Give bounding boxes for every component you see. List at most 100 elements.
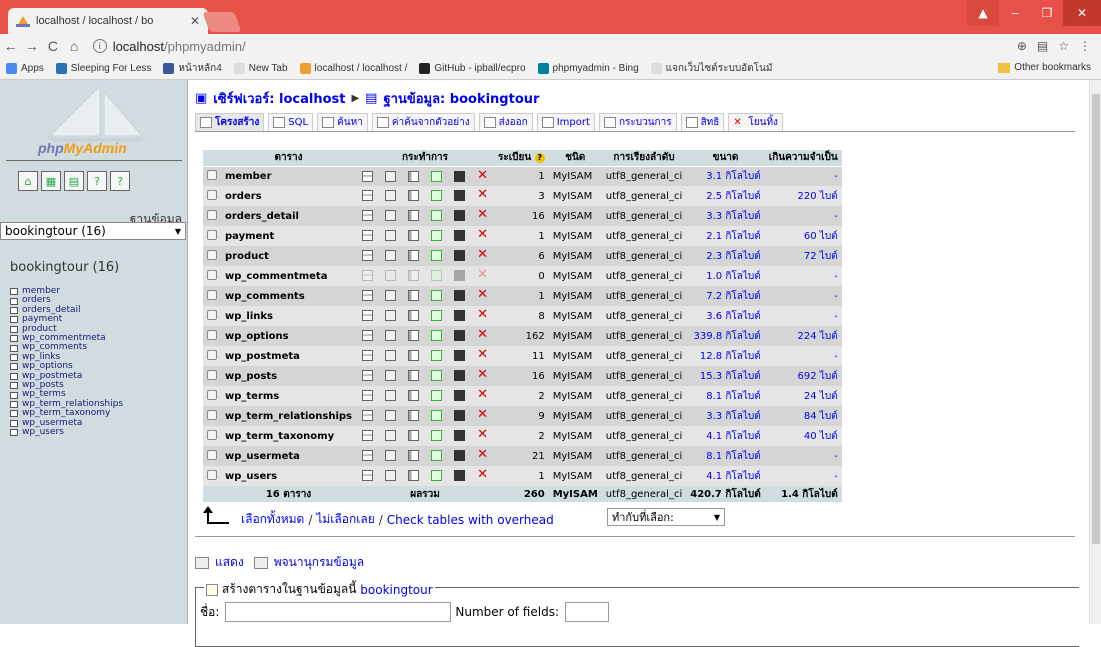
address-bar[interactable]: i localhost/phpmyadmin/ (92, 36, 1017, 56)
size-link[interactable]: 339.8 กิโลไบต์ (686, 326, 765, 346)
scrollbar[interactable] (1089, 80, 1101, 624)
insert-icon[interactable] (425, 166, 449, 186)
row-checkbox[interactable] (203, 266, 221, 286)
structure-icon[interactable] (379, 266, 403, 286)
insert-icon[interactable] (425, 186, 449, 206)
size-link[interactable]: 15.3 กิโลไบต์ (686, 366, 765, 386)
drop-icon[interactable]: ✕ (471, 286, 495, 306)
table-name-link[interactable]: wp_users (221, 466, 357, 486)
structure-icon[interactable] (379, 246, 403, 266)
close-window-icon[interactable]: ✕ (1063, 0, 1101, 26)
insert-icon[interactable] (425, 326, 449, 346)
structure-icon[interactable] (379, 206, 403, 226)
size-link[interactable]: 12.8 กิโลไบต์ (686, 346, 765, 366)
size-link[interactable]: 3.3 กิโลไบต์ (686, 406, 765, 426)
forward-icon[interactable]: → (21, 38, 42, 54)
insert-icon[interactable] (425, 386, 449, 406)
structure-icon[interactable] (379, 386, 403, 406)
insert-icon[interactable] (425, 246, 449, 266)
empty-icon[interactable] (448, 266, 472, 286)
search-icon[interactable] (402, 186, 426, 206)
table-name-link[interactable]: wp_commentmeta (221, 266, 357, 286)
structure-icon[interactable] (379, 426, 403, 446)
browse-icon[interactable] (356, 466, 380, 486)
browse-icon[interactable] (356, 286, 380, 306)
empty-icon[interactable] (448, 226, 472, 246)
structure-icon[interactable] (379, 326, 403, 346)
table-name-link[interactable]: wp_term_relationships (221, 406, 357, 426)
help-icon[interactable]: ? (110, 171, 130, 191)
size-link[interactable]: 3.6 กิโลไบต์ (686, 306, 765, 326)
empty-icon[interactable] (448, 326, 472, 346)
translate-icon[interactable]: ▤ (1037, 39, 1048, 53)
row-checkbox[interactable] (203, 426, 221, 446)
row-checkbox[interactable] (203, 226, 221, 246)
size-link[interactable]: 4.1 กิโลไบต์ (686, 466, 765, 486)
back-icon[interactable]: ← (0, 38, 21, 54)
docs-icon[interactable]: ? (87, 171, 107, 191)
insert-icon[interactable] (425, 226, 449, 246)
empty-icon[interactable] (448, 186, 472, 206)
zoom-icon[interactable]: ⊕ (1017, 39, 1027, 53)
tab-privileges[interactable]: สิทธิ (680, 113, 725, 131)
browser-tab[interactable]: localhost / localhost / bo ✕ (8, 8, 208, 34)
size-link[interactable]: 2.5 กิโลไบต์ (686, 186, 765, 206)
drop-icon[interactable]: ✕ (471, 206, 495, 226)
search-icon[interactable] (402, 246, 426, 266)
search-icon[interactable] (402, 446, 426, 466)
insert-icon[interactable] (425, 446, 449, 466)
sql-icon[interactable]: ▤ (64, 171, 84, 191)
table-name-link[interactable]: product (221, 246, 357, 266)
structure-icon[interactable] (379, 226, 403, 246)
maximize-icon[interactable]: ❐ (1031, 0, 1063, 26)
insert-icon[interactable] (425, 366, 449, 386)
drop-icon[interactable]: ✕ (471, 246, 495, 266)
with-selected-select[interactable]: ทำกับที่เลือก: ▼ (607, 508, 725, 526)
empty-icon[interactable] (448, 206, 472, 226)
browse-icon[interactable] (356, 226, 380, 246)
table-name-link[interactable]: wp_posts (221, 366, 357, 386)
sidebar-table-item[interactable]: wp_users (10, 427, 123, 437)
search-icon[interactable] (402, 386, 426, 406)
search-icon[interactable] (402, 266, 426, 286)
user-profile-icon[interactable]: ▲ (967, 0, 999, 26)
size-link[interactable]: 1.0 กิโลไบต์ (686, 266, 765, 286)
star-icon[interactable]: ☆ (1058, 39, 1069, 53)
drop-icon[interactable]: ✕ (471, 426, 495, 446)
size-link[interactable]: 3.1 กิโลไบต์ (686, 166, 765, 186)
browse-icon[interactable] (356, 386, 380, 406)
insert-icon[interactable] (425, 266, 449, 286)
help-icon[interactable]: ? (534, 153, 545, 164)
tab-search[interactable]: ค้นหา (317, 113, 368, 131)
table-name-link[interactable]: wp_options (221, 326, 357, 346)
browse-icon[interactable] (356, 306, 380, 326)
empty-icon[interactable] (448, 426, 472, 446)
browse-icon[interactable] (356, 186, 380, 206)
search-icon[interactable] (402, 426, 426, 446)
browse-icon[interactable] (356, 366, 380, 386)
search-icon[interactable] (402, 406, 426, 426)
structure-icon[interactable] (379, 186, 403, 206)
drop-icon[interactable]: ✕ (471, 446, 495, 466)
row-checkbox[interactable] (203, 206, 221, 226)
tab-query[interactable]: ค่าค้นจากตัวอย่าง (371, 113, 475, 131)
size-link[interactable]: 4.1 กิโลไบต์ (686, 426, 765, 446)
table-name-link[interactable]: orders (221, 186, 357, 206)
search-icon[interactable] (402, 166, 426, 186)
browse-icon[interactable] (356, 246, 380, 266)
other-bookmarks[interactable]: Other bookmarks (998, 62, 1091, 73)
drop-icon[interactable]: ✕ (471, 266, 495, 286)
row-checkbox[interactable] (203, 246, 221, 266)
search-icon[interactable] (402, 346, 426, 366)
query-window-icon[interactable]: ▦ (41, 171, 61, 191)
drop-icon[interactable]: ✕ (471, 186, 495, 206)
structure-icon[interactable] (379, 346, 403, 366)
empty-icon[interactable] (448, 166, 472, 186)
minimize-icon[interactable]: ‒ (999, 0, 1031, 26)
search-icon[interactable] (402, 366, 426, 386)
drop-icon[interactable]: ✕ (471, 386, 495, 406)
size-link[interactable]: 8.1 กิโลไบต์ (686, 446, 765, 466)
home-icon[interactable]: ⌂ (64, 38, 85, 54)
structure-icon[interactable] (379, 406, 403, 426)
drop-icon[interactable]: ✕ (471, 306, 495, 326)
